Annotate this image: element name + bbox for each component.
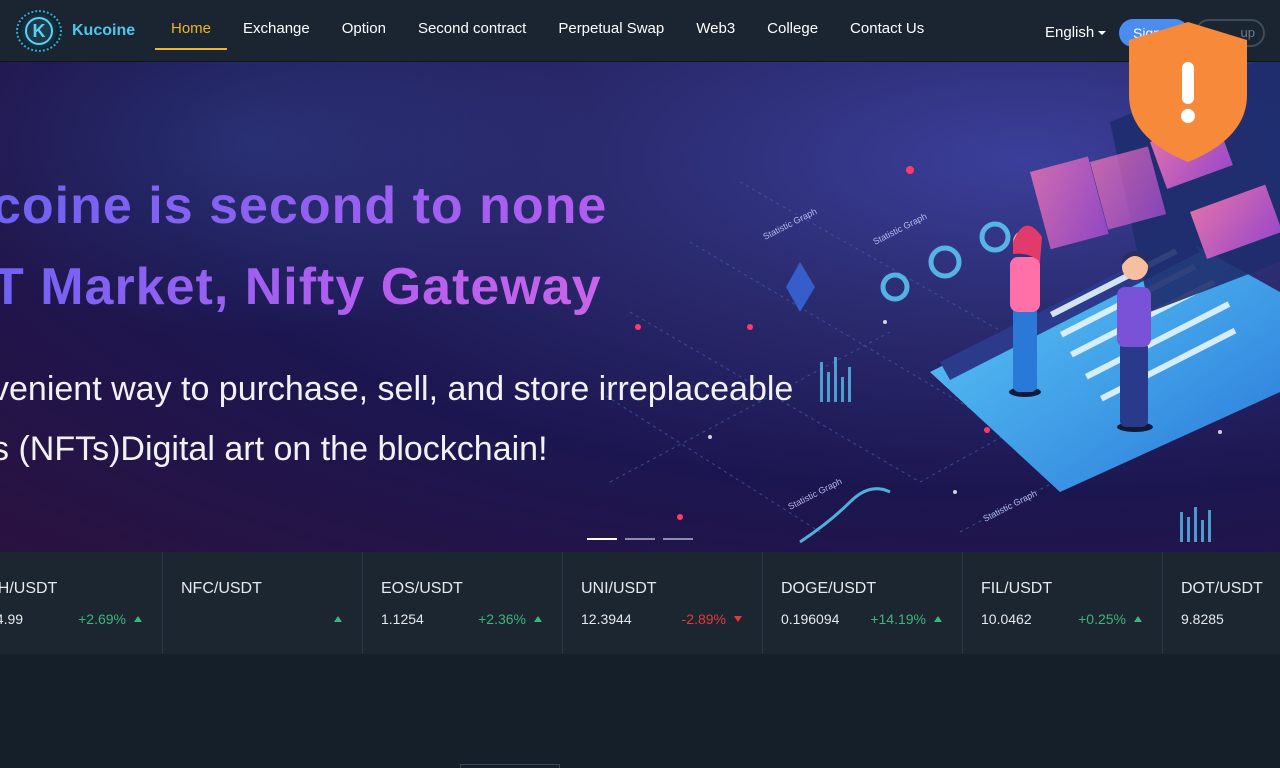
ticker-change: -2.89% <box>681 611 726 627</box>
ticker-pair: TH/USDT <box>0 580 58 597</box>
ticker-price: 0.196094 <box>781 611 840 627</box>
logo-icon: K <box>16 10 62 52</box>
ticker-item[interactable]: DOGE/USDT 0.196094 +14.19% <box>763 552 963 654</box>
ticker-pair: UNI/USDT <box>581 580 657 597</box>
menu-item-exchange[interactable]: Exchange <box>227 0 326 50</box>
carousel-dot[interactable] <box>663 538 693 540</box>
arrow-up-icon <box>934 616 942 622</box>
market-ticker: TH/USDT 54.99 +2.69% NFC/USDT EOS/USDT 1… <box>0 552 1280 654</box>
logo[interactable]: K Kucoine <box>16 10 135 52</box>
ticker-price: 10.0462 <box>981 611 1032 627</box>
chevron-down-icon <box>1098 31 1107 36</box>
menu-item-college[interactable]: College <box>751 0 834 50</box>
ticker-item[interactable]: TH/USDT 54.99 +2.69% <box>0 552 163 654</box>
menu-item-home[interactable]: Home <box>155 0 228 50</box>
main-menu: Home Exchange Option Second contract Per… <box>155 0 940 50</box>
ticker-item[interactable]: UNI/USDT 12.3944 -2.89% <box>563 552 763 654</box>
ticker-change: +2.69% <box>78 611 126 627</box>
ticker-change: +14.19% <box>870 611 926 627</box>
ticker-change: +2.36% <box>478 611 526 627</box>
ticker-item[interactable]: NFC/USDT <box>163 552 363 654</box>
ticker-pair: EOS/USDT <box>381 580 463 597</box>
ticker-price: 12.3944 <box>581 611 632 627</box>
arrow-up-icon <box>334 616 342 622</box>
art-label: Statistic Graph <box>786 476 843 512</box>
panel-outline <box>460 764 560 768</box>
hero-banner[interactable]: Statistic Graph Statistic Graph Statisti… <box>0 62 1280 552</box>
top-navbar: K Kucoine Home Exchange Option Second co… <box>0 0 1280 62</box>
ticker-item[interactable]: FIL/USDT 10.0462 +0.25% <box>963 552 1163 654</box>
ticker-pair: NFC/USDT <box>181 580 262 597</box>
banner-headline-2: T Market, Nifty Gateway <box>0 257 602 317</box>
carousel-dot[interactable] <box>625 538 655 540</box>
logo-text: Kucoine <box>72 22 136 39</box>
ticker-change: +0.25% <box>1078 611 1126 627</box>
menu-item-web3[interactable]: Web3 <box>680 0 751 50</box>
language-selector[interactable]: English <box>1045 24 1107 41</box>
warning-shield-icon[interactable] <box>1127 20 1249 164</box>
content-area <box>0 654 1280 768</box>
ticker-item[interactable]: DOT/USDT 9.8285 <box>1163 552 1280 654</box>
language-label: English <box>1045 24 1095 41</box>
menu-item-second-contract[interactable]: Second contract <box>402 0 542 50</box>
arrow-up-icon <box>534 616 542 622</box>
carousel-dot[interactable] <box>587 538 617 540</box>
banner-subline-2: s (NFTs)Digital art on the blockchain! <box>0 430 548 468</box>
ticker-pair: DOGE/USDT <box>781 580 877 597</box>
carousel-indicators <box>587 538 693 540</box>
ticker-price: 9.8285 <box>1181 611 1224 627</box>
ticker-price: 54.99 <box>0 611 24 627</box>
menu-item-option[interactable]: Option <box>326 0 402 50</box>
arrow-up-icon <box>1134 616 1142 622</box>
ticker-pair: DOT/USDT <box>1181 580 1263 597</box>
menu-item-perpetual-swap[interactable]: Perpetual Swap <box>542 0 680 50</box>
menu-item-contact-us[interactable]: Contact Us <box>834 0 940 50</box>
arrow-down-icon <box>734 616 742 622</box>
ticker-price: 1.1254 <box>381 611 424 627</box>
art-label: Statistic Graph <box>981 488 1038 524</box>
art-label: Statistic Graph <box>871 211 928 247</box>
ticker-item[interactable]: EOS/USDT 1.1254 +2.36% <box>363 552 563 654</box>
ticker-pair: FIL/USDT <box>981 580 1053 597</box>
banner-headline-1: coine is second to none <box>0 176 607 236</box>
art-label: Statistic Graph <box>761 206 818 242</box>
arrow-up-icon <box>134 616 142 622</box>
banner-subline-1: venient way to purchase, sell, and store… <box>0 370 794 408</box>
